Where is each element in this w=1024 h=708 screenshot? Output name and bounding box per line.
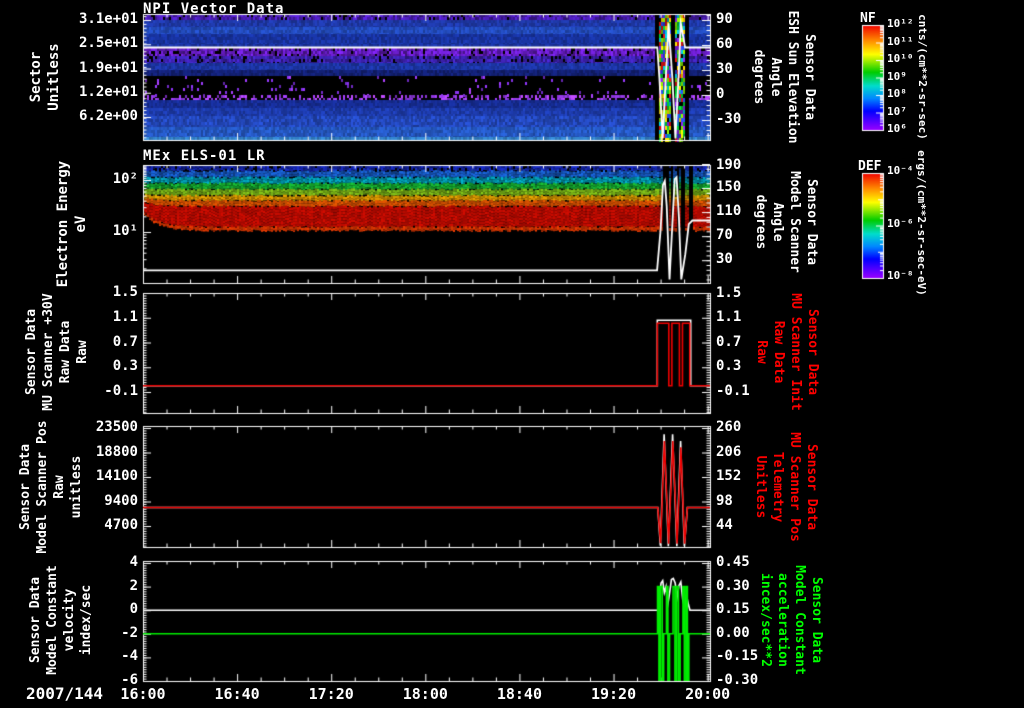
left-tick-vel: 2 bbox=[129, 577, 138, 594]
left-tick-pos: 4700 bbox=[104, 517, 138, 533]
right-tick-npi: 0 bbox=[716, 86, 725, 102]
right-tick-npi: 90 bbox=[716, 11, 733, 27]
left-tick-p30v: 1.5 bbox=[112, 284, 138, 300]
def-cb-tick: 10⁻⁶ bbox=[887, 216, 914, 230]
left-tick-vel: -4 bbox=[121, 648, 138, 665]
time-tick: 18:00 bbox=[402, 685, 448, 703]
right-tick-p30v: 0.7 bbox=[716, 333, 742, 350]
left-tick-vel: -2 bbox=[121, 624, 138, 641]
left-tick-p30v: -0.1 bbox=[104, 383, 138, 399]
nf-cb-tick: 10⁶ bbox=[887, 122, 907, 135]
left-tick-npi: 3.1e+01 bbox=[78, 11, 138, 27]
panel4-left-axis-label: Sensor Data Model Scanner Pos Raw unitle… bbox=[18, 420, 84, 554]
def-colorbar-title: DEF bbox=[858, 159, 882, 174]
left-tick-pos: 14100 bbox=[95, 468, 138, 484]
nf-cb-tick: 10¹⁰ bbox=[887, 52, 914, 65]
time-tick: 16:40 bbox=[214, 685, 260, 703]
right-tick-npi: 60 bbox=[716, 36, 733, 52]
plot-page: NPI Vector Data MEx ELS-01 LR Sector Uni… bbox=[0, 0, 1024, 708]
right-tick-vel: 0.00 bbox=[716, 624, 750, 641]
right-tick-vel: 0.30 bbox=[716, 577, 750, 594]
plots-canvas bbox=[0, 0, 1024, 708]
right-tick-p30v: -0.1 bbox=[716, 383, 750, 399]
right-tick-els: 110 bbox=[716, 203, 742, 220]
right-tick-pos: 260 bbox=[716, 419, 742, 435]
time-tick: 19:20 bbox=[590, 685, 637, 703]
time-tick: 16:00 bbox=[120, 685, 166, 703]
nf-cb-tick: 10⁸ bbox=[887, 87, 907, 100]
left-tick-npi: 6.2e+00 bbox=[78, 108, 138, 124]
right-tick-pos: 44 bbox=[716, 517, 733, 533]
left-tick-els: 10¹ bbox=[112, 223, 138, 239]
right-tick-els: 70 bbox=[716, 227, 733, 244]
left-tick-vel: 0 bbox=[129, 601, 138, 618]
def-colorbar-unit: ergs/(cm**2-sr-sec-eV) bbox=[915, 150, 929, 296]
left-tick-npi: 1.9e+01 bbox=[78, 59, 138, 76]
left-tick-els: 10² bbox=[112, 171, 138, 187]
right-tick-vel: 0.15 bbox=[716, 601, 750, 618]
def-cb-tick: 10⁻⁴ bbox=[887, 164, 914, 177]
nf-cb-tick: 10⁹ bbox=[887, 69, 907, 83]
time-tick: 18:40 bbox=[496, 685, 542, 703]
right-tick-els: 190 bbox=[716, 157, 742, 173]
def-cb-tick: 10⁻⁸ bbox=[887, 269, 914, 282]
right-tick-npi: 30 bbox=[716, 61, 733, 77]
right-tick-vel: 0.45 bbox=[716, 554, 750, 570]
right-tick-els: 150 bbox=[716, 179, 742, 196]
panel1-left-axis-label: Sector Unitless bbox=[27, 43, 62, 111]
right-tick-els: 30 bbox=[716, 251, 733, 268]
right-tick-pos: 152 bbox=[716, 468, 742, 484]
right-tick-npi: -30 bbox=[716, 111, 742, 127]
left-tick-p30v: 1.1 bbox=[112, 308, 138, 325]
nf-cb-tick: 10¹² bbox=[887, 17, 914, 30]
time-tick: 17:20 bbox=[308, 685, 354, 703]
right-tick-p30v: 1.5 bbox=[716, 285, 742, 301]
left-tick-pos: 18800 bbox=[95, 443, 138, 460]
right-tick-pos: 98 bbox=[716, 492, 733, 509]
left-tick-pos: 23500 bbox=[95, 419, 138, 435]
left-tick-p30v: 0.3 bbox=[112, 358, 138, 375]
right-tick-p30v: 0.3 bbox=[716, 358, 742, 375]
panel1-title: NPI Vector Data bbox=[143, 1, 285, 17]
nf-colorbar-unit: cnts/(cm**2-sr-sec) bbox=[916, 14, 930, 140]
right-tick-vel: -0.15 bbox=[716, 648, 759, 665]
nf-colorbar-title: NF bbox=[860, 11, 876, 26]
right-tick-p30v: 1.1 bbox=[716, 308, 742, 325]
panel2-title: MEx ELS-01 LR bbox=[143, 148, 266, 164]
right-tick-pos: 206 bbox=[716, 443, 742, 460]
left-tick-npi: 2.5e+01 bbox=[78, 35, 138, 52]
left-tick-pos: 9400 bbox=[104, 492, 138, 509]
left-tick-vel: 4 bbox=[129, 554, 138, 570]
nf-cb-tick: 10¹¹ bbox=[887, 34, 914, 48]
nf-cb-tick: 10⁷ bbox=[887, 104, 907, 118]
left-tick-p30v: 0.7 bbox=[112, 333, 138, 350]
time-tick: 20:00 bbox=[685, 685, 731, 703]
left-tick-npi: 1.2e+01 bbox=[78, 83, 138, 100]
